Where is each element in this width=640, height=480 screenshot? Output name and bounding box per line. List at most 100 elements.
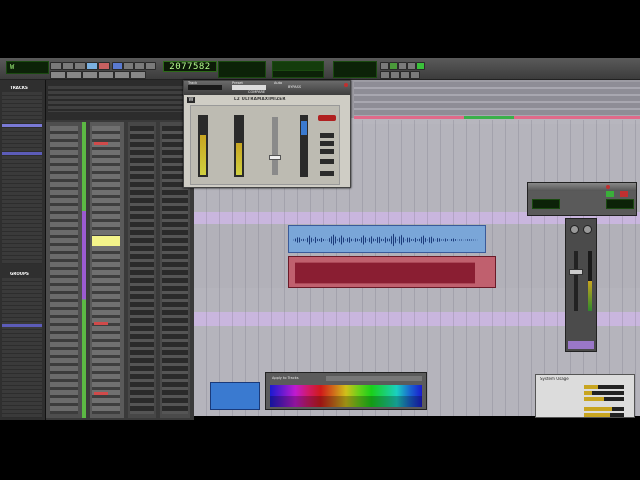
rewind-button[interactable]	[50, 62, 62, 70]
red-send-3[interactable]	[94, 392, 108, 395]
ceiling-meter-fill	[236, 143, 242, 175]
main-counter[interactable]: 2077582	[163, 61, 217, 72]
mode-button-4[interactable]	[98, 71, 114, 79]
mode-button-3[interactable]	[82, 71, 98, 79]
tracks-list-panel: TRACKS GROUPS	[0, 80, 46, 420]
output-lcd	[532, 199, 560, 209]
fast-forward-button[interactable]	[62, 62, 74, 70]
play-button[interactable]	[86, 62, 98, 70]
mode-button-2[interactable]	[66, 71, 82, 79]
record-button[interactable]	[98, 62, 110, 70]
groups-row-highlight[interactable]	[2, 324, 42, 327]
mini-button-3[interactable]	[400, 71, 410, 79]
zoom-button-2[interactable]	[389, 62, 398, 70]
zoom-button-5[interactable]	[416, 62, 425, 70]
mode-button-5[interactable]	[114, 71, 130, 79]
groups-header: GROUPS	[10, 272, 29, 276]
audio-region-bottom[interactable]	[210, 382, 260, 410]
zoom-button-3[interactable]	[398, 62, 407, 70]
plugin-window: Track Preset Auto BYPASS COMPARE W L2 UL…	[183, 80, 351, 188]
option-button-5[interactable]	[320, 171, 334, 176]
system-usage-window: System Usage	[535, 374, 635, 418]
option-button-3[interactable]	[320, 149, 334, 154]
waveform-red	[295, 262, 475, 284]
tracks-row-highlight[interactable]	[2, 124, 42, 127]
insert-slots-3[interactable]	[130, 126, 154, 414]
pan-knob-2[interactable]	[583, 225, 592, 234]
mini-button-1[interactable]	[380, 71, 390, 79]
output-button-green[interactable]	[606, 191, 614, 197]
close-icon[interactable]	[344, 83, 348, 87]
plugin-header: Track Preset Auto BYPASS COMPARE	[184, 81, 350, 95]
volume-fader-knob[interactable]	[569, 269, 583, 275]
output-button-red[interactable]	[620, 191, 628, 197]
mode-button-1[interactable]	[50, 71, 66, 79]
release-fader[interactable]	[269, 117, 281, 175]
usage-meter-5-fill	[584, 413, 610, 417]
track-selector[interactable]	[188, 85, 222, 90]
tool-button-2[interactable]	[123, 62, 134, 70]
transport-bar: W	[0, 58, 640, 80]
red-send-2[interactable]	[94, 322, 108, 325]
waves-logo-icon: W	[187, 97, 195, 103]
option-button-2[interactable]	[320, 141, 334, 146]
stop-button[interactable]	[74, 62, 86, 70]
volume-fader-track[interactable]	[574, 251, 578, 311]
grid-lcd	[272, 70, 324, 78]
mini-button-4[interactable]	[410, 71, 420, 79]
bypass-button[interactable]: BYPASS	[288, 85, 301, 89]
compare-button[interactable]: COMPARE	[248, 90, 265, 94]
usage-meter-3-fill	[584, 397, 604, 401]
mixer-header-rows	[48, 86, 188, 112]
output-window	[527, 182, 637, 216]
audio-region-red[interactable]	[288, 256, 496, 288]
usage-meter-4-fill	[584, 407, 612, 411]
palette-controls[interactable]	[326, 376, 422, 381]
color-palette-window: Apply to Tracks	[265, 372, 427, 410]
cursor-lcd	[333, 61, 377, 78]
output-meter-fill	[588, 281, 592, 311]
threshold-meter-fill	[200, 135, 206, 175]
selected-insert[interactable]	[92, 236, 120, 246]
quantize-button[interactable]	[318, 115, 336, 121]
atten-meter	[300, 115, 308, 177]
output-meter	[588, 251, 592, 311]
usage-meter-3	[584, 397, 624, 401]
option-button-4[interactable]	[320, 159, 334, 164]
system-usage-title: System Usage	[540, 377, 569, 381]
groups-rows	[2, 278, 42, 418]
color-swatch-grid[interactable]	[270, 385, 422, 407]
tracks-row-highlight-2[interactable]	[2, 152, 42, 155]
insert-slots-2[interactable]	[92, 126, 120, 414]
mini-button-2[interactable]	[390, 71, 400, 79]
tool-button-4[interactable]	[145, 62, 156, 70]
output-name-plate	[568, 341, 594, 349]
tracks-rows	[2, 92, 42, 264]
ruler-rows	[354, 82, 640, 116]
output-window-titlebar	[528, 183, 636, 191]
plugin-auto-label: Auto	[274, 81, 283, 85]
usage-meter-2	[584, 391, 624, 395]
mixer-panel	[46, 80, 194, 420]
release-fader-knob[interactable]	[269, 155, 281, 160]
zoom-button-4[interactable]	[407, 62, 416, 70]
audio-region-blue[interactable]	[288, 225, 486, 253]
zoom-button-1[interactable]	[380, 62, 389, 70]
tool-button-1[interactable]	[112, 62, 123, 70]
insert-slots-1[interactable]	[50, 126, 78, 414]
close-icon[interactable]	[606, 185, 610, 189]
pan-knob-1[interactable]	[570, 225, 579, 234]
usage-meter-5	[584, 413, 624, 417]
red-send-1[interactable]	[94, 142, 108, 145]
tool-button-3[interactable]	[134, 62, 145, 70]
usage-meter-2-fill	[584, 391, 592, 395]
output-lcd-2	[606, 199, 634, 209]
waveform-blue	[293, 233, 479, 247]
usage-meter-1	[584, 385, 624, 389]
tracks-header: TRACKS	[10, 86, 28, 90]
palette-title: Apply to Tracks	[272, 376, 299, 380]
selection-bar[interactable]	[464, 116, 514, 119]
option-button-1[interactable]	[320, 133, 334, 138]
usage-meter-4	[584, 407, 624, 411]
mode-button-6[interactable]	[130, 71, 146, 79]
